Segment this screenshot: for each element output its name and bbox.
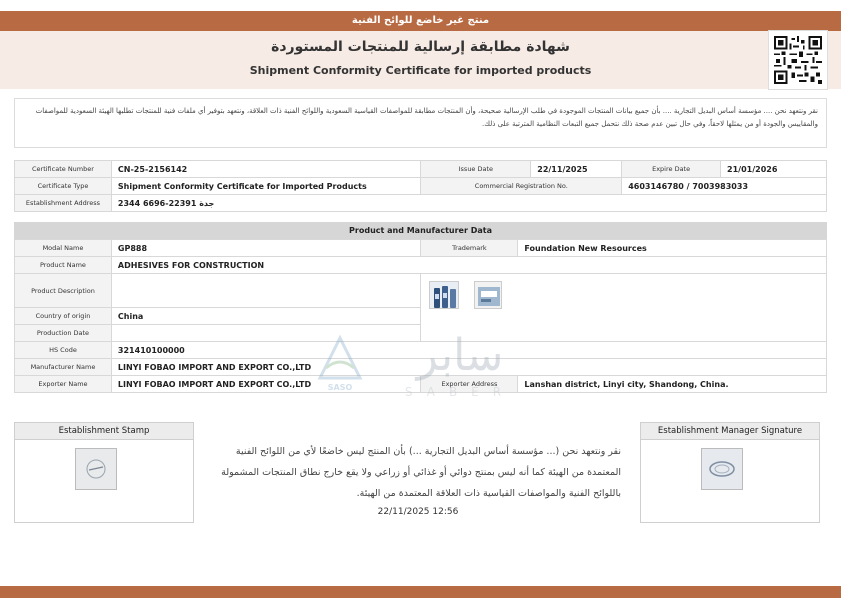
production-date-label: Production Date [14, 324, 112, 342]
production-date [110, 324, 422, 342]
certificate-info-table: Certificate Number CN-25-2156142 Issue D… [14, 160, 828, 212]
certificate-header: شهادة مطابقة إرسالية للمنتجات المستوردة … [0, 31, 841, 89]
expire-date-label: Expire Date [621, 160, 722, 178]
exporter-name-label: Exporter Name [14, 375, 112, 393]
certificate-number-label: Certificate Number [14, 160, 112, 178]
commercial-registration: 4603146780 / 7003983033 [621, 177, 827, 195]
certificate-number: CN-25-2156142 [110, 160, 422, 178]
manufacturer-name: LINYI FOBAO IMPORT AND EXPORT CO.,LTD [110, 358, 828, 376]
manager-signature-box: Establishment Manager Signature [640, 422, 820, 523]
country-of-origin-label: Country of origin [14, 307, 112, 325]
expire-date: 21/01/2026 [720, 160, 827, 178]
issue-date: 22/11/2025 [530, 160, 623, 178]
issue-date-label: Issue Date [420, 160, 532, 178]
title-english: Shipment Conformity Certificate for impo… [249, 64, 592, 77]
trademark-label: Trademark [420, 239, 519, 257]
establishment-address-label: Establishment Address [14, 194, 112, 212]
hs-code: 321410100000 [110, 341, 828, 359]
product-photo-bottles[interactable] [429, 281, 460, 309]
exporter-name: LINYI FOBAO IMPORT AND EXPORT CO.,LTD [110, 375, 422, 393]
certificate-type-label: Certificate Type [14, 177, 112, 195]
product-name: ADHESIVES FOR CONSTRUCTION [110, 256, 828, 274]
declaration-statement: نقر ونتعهد نحن (... مؤسسة أساس البديل ال… [221, 446, 621, 499]
model-name: GP888 [110, 239, 422, 257]
product-photo-box[interactable] [474, 281, 503, 309]
commercial-registration-label: Commercial Registration No. [420, 177, 623, 195]
trademark: Foundation New Resources [517, 239, 827, 257]
pledge-text: نقر ونتعهد نحن .... مؤسسة أساس البديل ال… [14, 98, 827, 148]
title-arabic: شهادة مطابقة إرسالية للمنتجات المستوردة [271, 39, 570, 55]
manager-signature-title: Establishment Manager Signature [641, 423, 819, 440]
manufacturer-name-label: Manufacturer Name [14, 358, 112, 376]
footer-bar [0, 586, 841, 598]
qr-code-icon[interactable] [768, 30, 828, 90]
product-description [110, 273, 422, 308]
exporter-address: Lanshan district, Linyi city, Shandong, … [517, 375, 827, 393]
product-description-label: Product Description [14, 273, 112, 308]
signature-image-icon [701, 448, 743, 490]
product-table: Modal Name GP888 Trademark Foundation Ne… [14, 239, 828, 393]
stamp-image-icon [75, 448, 117, 490]
non-regulated-banner: منتج غير خاضع للوائح الفنية [0, 11, 841, 31]
declaration-datetime: 22/11/2025 12:56 [377, 507, 459, 517]
country-of-origin: China [110, 307, 422, 325]
establishment-stamp-title: Establishment Stamp [15, 423, 193, 440]
product-name-label: Product Name [14, 256, 112, 274]
product-images [420, 273, 827, 342]
hs-code-label: HS Code [14, 341, 112, 359]
model-name-label: Modal Name [14, 239, 112, 257]
establishment-stamp-box: Establishment Stamp [14, 422, 194, 523]
product-section-title: Product and Manufacturer Data [14, 222, 827, 239]
establishment-address: جدة 22391-6696 2344 [110, 194, 828, 212]
exporter-address-label: Exporter Address [420, 375, 519, 393]
certificate-type: Shipment Conformity Certificate for Impo… [110, 177, 422, 195]
